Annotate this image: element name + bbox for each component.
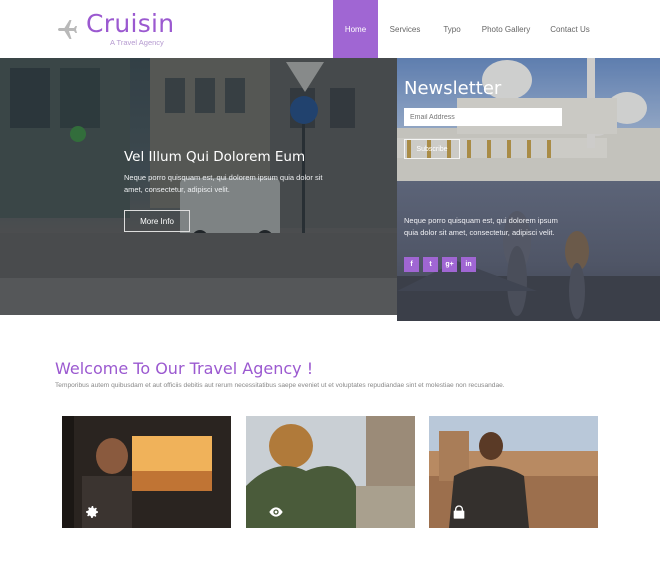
site-header: Cruisin A Travel Agency Home Services Ty… (0, 0, 660, 58)
logo[interactable]: Cruisin A Travel Agency (56, 9, 175, 47)
nav-photo-gallery[interactable]: Photo Gallery (472, 0, 540, 58)
google-plus-icon[interactable]: g+ (442, 257, 457, 272)
main-nav: Home Services Typo Photo Gallery Contact… (333, 0, 600, 58)
service-card[interactable] (62, 416, 231, 528)
more-info-button[interactable]: More Info (124, 210, 190, 232)
facebook-icon[interactable]: f (404, 257, 419, 272)
linkedin-icon[interactable]: in (461, 257, 476, 272)
gear-icon (86, 506, 98, 518)
social-panel: Neque porro quisquam est, qui dolorem ip… (397, 181, 660, 321)
airplane-icon (58, 20, 77, 39)
lock-icon (453, 505, 465, 519)
hero-banner: Vel Illum Qui Dolorem Eum Neque porro qu… (0, 58, 397, 315)
service-card[interactable] (246, 416, 415, 528)
brand-subtitle: A Travel Agency (110, 38, 164, 47)
twitter-icon[interactable]: t (423, 257, 438, 272)
brand-title: Cruisin (86, 9, 175, 38)
social-icons: f t g+ in (404, 257, 476, 272)
subscribe-button[interactable]: Subscribe (404, 139, 460, 159)
nav-contact-us[interactable]: Contact Us (540, 0, 600, 58)
newsletter-title: Newsletter (404, 78, 502, 99)
nav-services[interactable]: Services (378, 0, 432, 58)
social-text: Neque porro quisquam est, qui dolorem ip… (404, 216, 558, 237)
hikers-image (397, 211, 660, 321)
nav-home[interactable]: Home (333, 0, 378, 58)
eye-icon (269, 507, 283, 517)
newsletter-panel: Newsletter Subscribe (397, 58, 660, 181)
hero-text: Neque porro quisquam est, qui dolorem ip… (124, 173, 323, 194)
email-input[interactable] (404, 108, 562, 126)
welcome-title: Welcome To Our Travel Agency ! (55, 359, 314, 378)
service-card[interactable] (429, 416, 598, 528)
nav-typo[interactable]: Typo (432, 0, 472, 58)
hero-title: Vel Illum Qui Dolorem Eum (124, 149, 306, 165)
welcome-text: Temporibus autem quibusdam et aut offici… (55, 382, 505, 389)
